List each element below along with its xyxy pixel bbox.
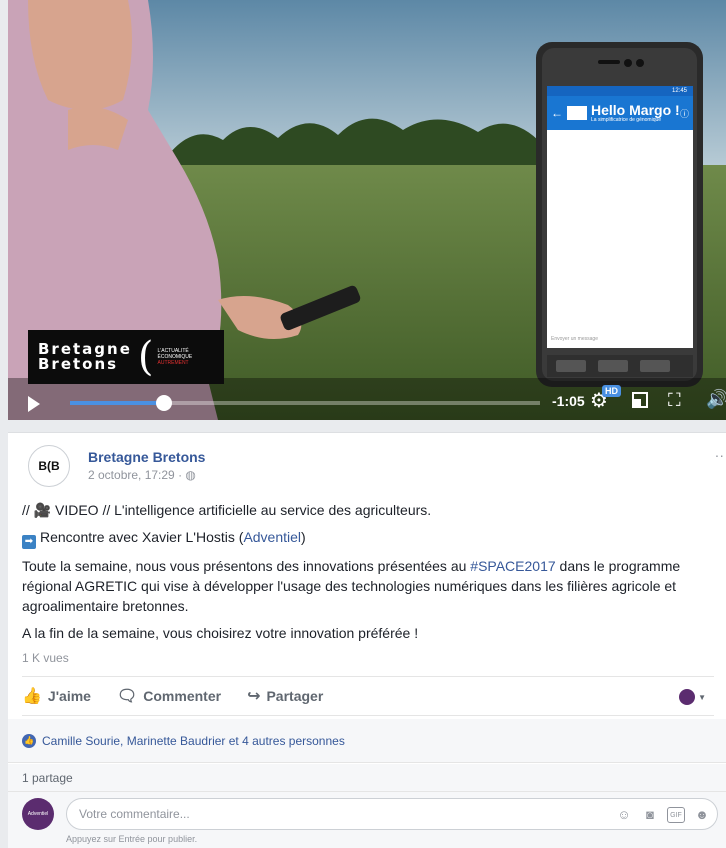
comment-hint: Appuyez sur Entrée pour publier. — [66, 834, 198, 844]
speech-bubble-icon: 🗨 — [116, 688, 138, 705]
camera-icon[interactable]: ◙ — [641, 806, 659, 824]
play-icon[interactable] — [28, 396, 40, 412]
action-bar: 👍 J'aime 🗨 Commenter ↪ Partager ▼ — [22, 676, 714, 716]
volume-icon[interactable]: 🔊 — [706, 389, 726, 410]
view-count[interactable]: 1 K vues — [22, 651, 69, 665]
post-timestamp[interactable]: 2 octobre, 17:29 · ◍ — [88, 468, 196, 482]
post-body: // 🎥 VIDEO // L'intelligence artificiell… — [22, 500, 714, 650]
phone-message-placeholder: Envoyer un message — [551, 336, 598, 342]
acting-as-selector[interactable]: ▼ — [679, 689, 706, 705]
page-avatar[interactable]: B(B — [28, 445, 70, 487]
phone-screen: ← Hello Margo ! La simplificatrice de gé… — [547, 96, 693, 348]
page-name-link[interactable]: Bretagne Bretons — [88, 449, 205, 465]
sticker-icon[interactable]: ☻ — [693, 806, 711, 824]
more-options-icon[interactable]: ·· — [715, 447, 724, 463]
post-paragraph-1: Toute la semaine, nous vous présentons d… — [22, 558, 681, 614]
post-paragraph-2: A la fin de la semaine, vous choisirez v… — [22, 625, 419, 641]
post-line-1: // 🎥 VIDEO // L'intelligence artificiell… — [22, 502, 432, 518]
caret-down-icon: ▼ — [698, 692, 706, 702]
like-reaction-icon: 👍 — [22, 733, 36, 748]
thumbs-up-icon: 👍 — [22, 688, 42, 705]
post-line-2: ➡ Rencontre avec Xavier L'Hostis (Adventi… — [22, 527, 714, 549]
globe-icon: ◍ — [185, 468, 196, 482]
progress-fill — [70, 401, 164, 405]
fullscreen-icon[interactable]: ⛶ — [668, 390, 681, 411]
share-arrow-icon: ↪ — [247, 688, 261, 705]
share-count[interactable]: 1 partage — [8, 764, 726, 792]
video-controls: -1:05 ⚙ HD ⛶ 🔊 — [8, 380, 726, 420]
post-card: B(B Bretagne Bretons 2 octobre, 17:29 · … — [8, 432, 726, 848]
adventiel-link[interactable]: Adventiel — [243, 529, 301, 545]
bretagne-bretons-logo: Bretagne Bretons ( L'ACTUALITÉ ÉCONOMIQU… — [28, 330, 224, 384]
picture-in-picture-icon[interactable] — [632, 392, 648, 408]
hd-badge: HD — [602, 385, 621, 397]
phone-app-header: ← Hello Margo ! La simplificatrice de gé… — [547, 96, 693, 130]
comment-composer: Adventiel Votre commentaire... ☺ ◙ GIF ☻… — [8, 792, 726, 848]
comment-input[interactable]: Votre commentaire... ☺ ◙ GIF ☻ — [66, 798, 718, 830]
progress-track[interactable] — [70, 395, 540, 411]
time-remaining: -1:05 — [552, 393, 585, 409]
acting-avatar — [679, 689, 696, 705]
gif-icon[interactable]: GIF — [667, 807, 685, 823]
reactions-summary[interactable]: 👍 Camille Sourie, Marinette Baudrier et … — [8, 719, 726, 763]
right-arrow-emoji-icon: ➡ — [22, 535, 36, 549]
like-button[interactable]: 👍 J'aime — [22, 686, 91, 706]
back-arrow-icon: ← — [551, 106, 563, 120]
commenter-avatar: Adventiel — [22, 798, 54, 830]
comment-tools: ☺ ◙ GIF ☻ — [607, 806, 711, 824]
phone-app-title: Hello Margo ! — [591, 102, 680, 118]
phone-status-bar: 12:45 — [547, 86, 693, 96]
share-button[interactable]: ↪ Partager — [247, 686, 323, 706]
info-icon: ⓘ — [679, 108, 689, 119]
app-logo — [567, 106, 587, 120]
emoji-icon[interactable]: ☺ — [615, 806, 633, 824]
progress-handle[interactable] — [156, 395, 172, 411]
comment-button[interactable]: 🗨 Commenter — [117, 686, 221, 706]
video-player[interactable]: 12:45 ← Hello Margo ! La simplificatrice… — [8, 0, 726, 420]
hashtag-link[interactable]: #SPACE2017 — [470, 558, 555, 574]
